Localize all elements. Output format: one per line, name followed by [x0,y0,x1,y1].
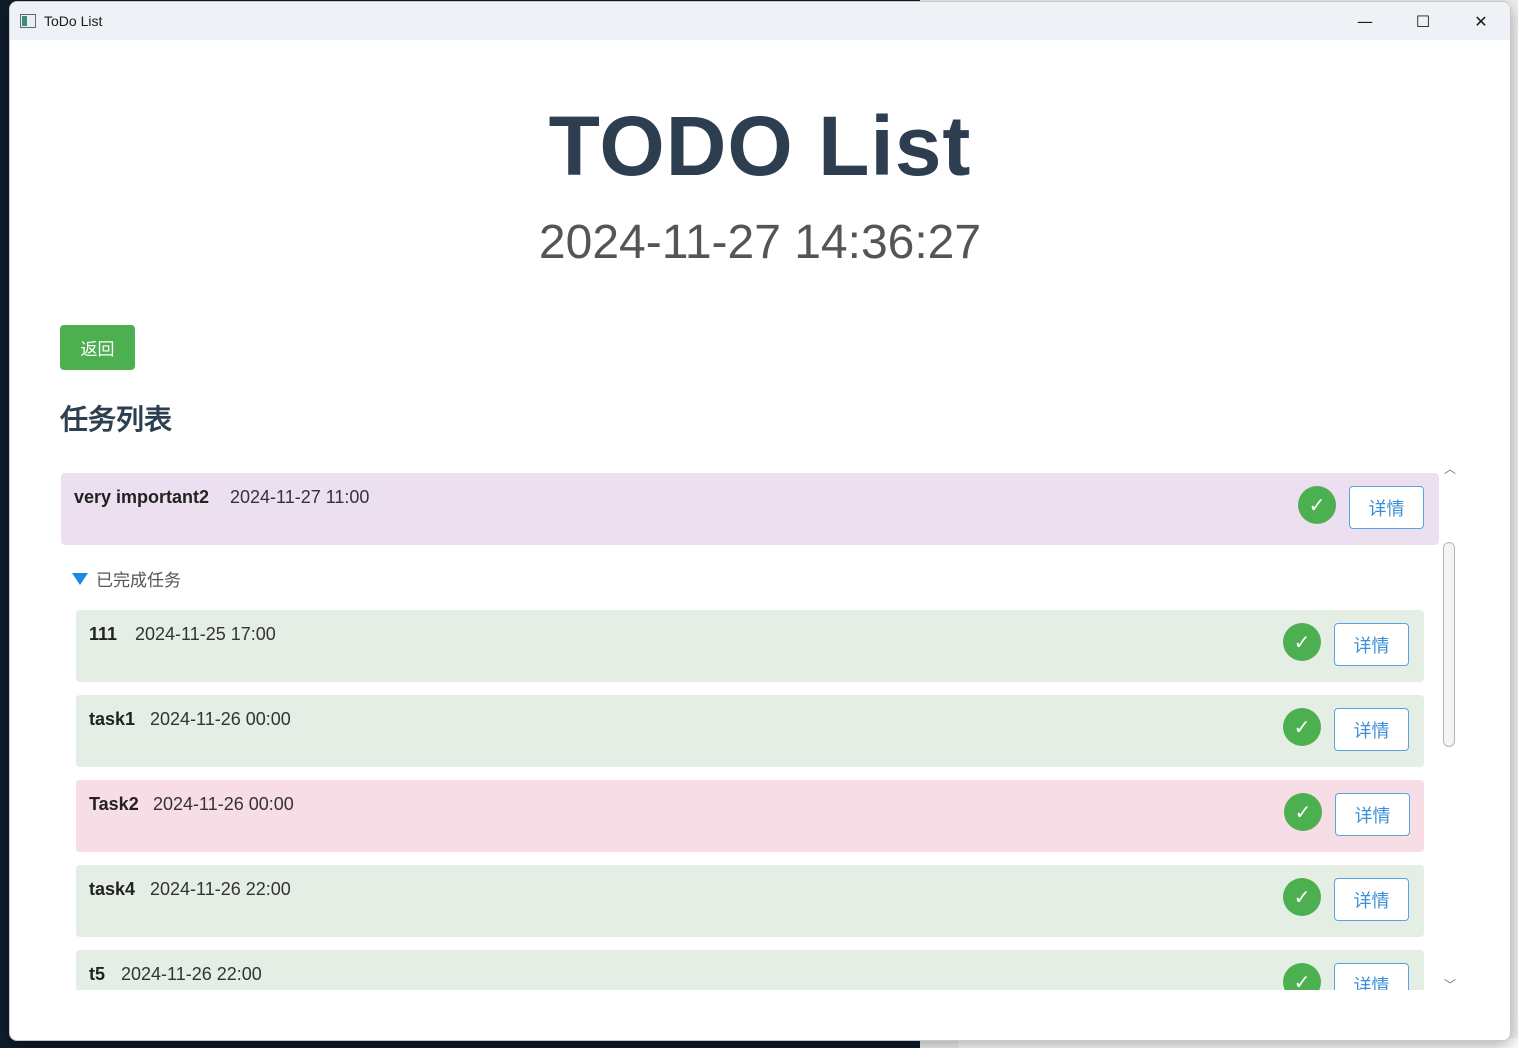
app-icon [20,14,36,28]
task-name: task4 [89,879,136,899]
maximize-icon: ☐ [1415,11,1431,31]
task-item: t5 2024-11-26 22:00 ✓ 详情 [76,950,1424,990]
window-controls: — ☐ ✕ [1336,2,1510,40]
task-name: t5 [89,964,106,984]
task-item: task1 2024-11-26 00:00 ✓ 详情 [76,695,1424,767]
minimize-icon: — [1357,11,1373,31]
complete-button[interactable]: ✓ [1283,708,1321,746]
back-button[interactable]: 返回 [60,325,135,370]
task-name: task1 [89,709,136,729]
current-datetime: 2024-11-27 14:36:27 [538,216,982,269]
task-list-scrollbar[interactable]: ︿ ﹀ [1438,460,1462,1000]
detail-button[interactable]: 详情 [1334,878,1409,921]
detail-button[interactable]: 详情 [1334,623,1409,666]
complete-button[interactable]: ✓ [1283,623,1321,661]
scroll-down-icon[interactable]: ﹀ [1442,976,1458,992]
check-icon: ✓ [1294,800,1312,824]
task-time: 2024-11-26 00:00 [153,794,294,814]
window-title: ToDo List [44,13,103,29]
app-content: TODO List 2024-11-27 14:36:27 返回 任务列表 ve… [10,40,1510,1040]
complete-button[interactable]: ✓ [1283,878,1321,916]
close-button[interactable]: ✕ [1452,2,1510,40]
complete-button[interactable]: ✓ [1298,486,1336,524]
scroll-up-icon[interactable]: ︿ [1442,460,1458,476]
title-bar[interactable]: ToDo List — ☐ ✕ [10,2,1510,40]
detail-button[interactable]: 详情 [1334,708,1409,751]
check-icon: ✓ [1293,630,1311,654]
check-icon: ✓ [1293,715,1311,739]
complete-button[interactable]: ✓ [1283,963,1321,990]
minimize-button[interactable]: — [1336,2,1394,40]
detail-button[interactable]: 详情 [1334,963,1409,990]
task-list-heading: 任务列表 [60,403,173,436]
complete-button[interactable]: ✓ [1284,793,1322,831]
task-item: task4 2024-11-26 22:00 ✓ 详情 [76,865,1424,937]
task-time: 2024-11-27 11:00 [230,487,370,507]
task-item: 111 2024-11-25 17:00 ✓ 详情 [76,610,1424,682]
task-name: Task2 [89,794,139,814]
task-item: very important2 2024-11-27 11:00 ✓ 详情 [61,473,1439,545]
detail-button[interactable]: 详情 [1335,793,1410,836]
check-icon: ✓ [1293,885,1311,909]
close-icon: ✕ [1474,11,1488,31]
completed-group-toggle[interactable]: 已完成任务 [72,566,181,591]
scroll-thumb[interactable] [1443,542,1455,747]
task-time: 2024-11-26 22:00 [121,964,262,984]
check-icon: ✓ [1293,970,1311,990]
task-time: 2024-11-26 00:00 [150,709,291,729]
task-time: 2024-11-26 22:00 [150,879,291,899]
detail-button[interactable]: 详情 [1349,486,1424,529]
check-icon: ✓ [1308,493,1326,517]
task-time: 2024-11-25 17:00 [135,624,276,644]
completed-group-label: 已完成任务 [96,571,181,591]
task-list[interactable]: very important2 2024-11-27 11:00 ✓ 详情 已完… [60,470,1462,990]
app-window: ToDo List — ☐ ✕ TODO List 2024-11-27 14:… [9,1,1511,1041]
expand-triangle-icon [72,572,88,585]
page-title: TODO List [548,99,972,193]
task-name: very important2 [74,487,210,507]
task-name: 111 [89,624,118,644]
maximize-button[interactable]: ☐ [1394,2,1452,40]
task-item: Task2 2024-11-26 00:00 ✓ 详情 [76,780,1424,852]
